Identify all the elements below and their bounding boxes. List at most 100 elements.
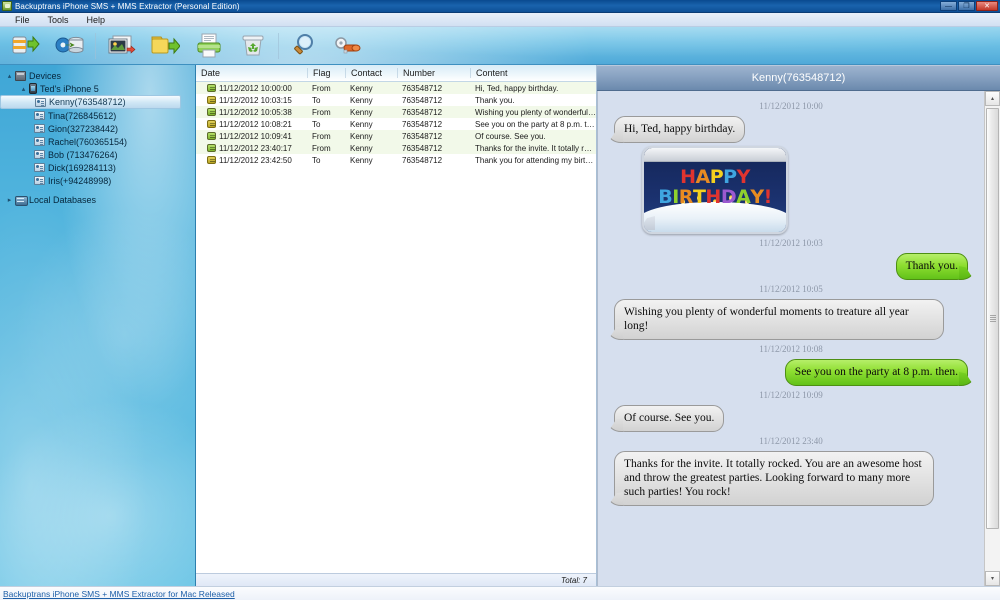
cell-flag: To — [307, 96, 345, 105]
cell-flag: From — [307, 108, 345, 117]
tree-node-label: Ted's iPhone 5 — [37, 84, 99, 94]
database-export-icon — [55, 32, 85, 60]
cell-flag: To — [307, 120, 345, 129]
tree-node-contact-dick[interactable]: Dick(169284113) — [0, 161, 195, 174]
toolbar-database-import-button[interactable] — [4, 29, 48, 63]
mms-image-attachment[interactable]: HAPPY BIRTHDAY! — [642, 146, 788, 234]
cell-number: 763548712 — [397, 156, 470, 165]
menu-bar: File Tools Help — [0, 13, 1000, 27]
table-row[interactable]: 11/12/2012 10:09:41 From Kenny 763548712… — [196, 130, 596, 142]
message-bubble-incoming[interactable]: Hi, Ted, happy birthday. — [614, 116, 745, 143]
cell-date: 11/12/2012 10:00:00 — [219, 84, 292, 93]
cell-contact: Kenny — [345, 120, 397, 129]
status-bar-link[interactable]: Backuptrans iPhone SMS + MMS Extractor f… — [3, 589, 235, 599]
maximize-button[interactable]: ❐ — [958, 1, 975, 11]
menu-tools[interactable]: Tools — [39, 13, 78, 27]
message-row-incoming: Of course. See you. — [608, 405, 974, 432]
window-controls: — ❐ ✕ — [940, 1, 998, 11]
scrollbar-track[interactable] — [985, 106, 1000, 571]
tree-node-contact-rachel[interactable]: Rachel(760365154) — [0, 135, 195, 148]
tree-node-local-databases[interactable]: ▸ Local Databases — [0, 193, 195, 206]
cell-date: 11/12/2012 10:09:41 — [219, 132, 292, 141]
table-row[interactable]: 11/12/2012 10:08:21 To Kenny 763548712 S… — [196, 118, 596, 130]
table-row[interactable]: 11/12/2012 23:40:17 From Kenny 763548712… — [196, 142, 596, 154]
cell-number: 763548712 — [397, 108, 470, 117]
database-icon — [15, 195, 26, 205]
cell-content: Wishing you plenty of wonderful mom... — [470, 108, 596, 117]
column-header-content[interactable]: Content — [470, 68, 596, 78]
cell-contact: Kenny — [345, 108, 397, 117]
menu-help[interactable]: Help — [78, 13, 115, 27]
cell-flag: From — [307, 84, 345, 93]
message-from-icon — [207, 132, 216, 140]
close-button[interactable]: ✕ — [976, 1, 998, 11]
toolbar-export-folder-button[interactable] — [143, 29, 187, 63]
tree-node-contact-iris[interactable]: Iris(+94248998) — [0, 174, 195, 187]
devices-icon — [15, 71, 26, 81]
message-row-incoming-mms: HAPPY BIRTHDAY! — [642, 146, 788, 234]
toolbar-delete-button[interactable] — [231, 29, 275, 63]
message-list-pane: Date Flag Contact Number Content 11/12/2… — [196, 65, 597, 586]
message-bubble-incoming[interactable]: Wishing you plenty of wonderful moments … — [614, 299, 944, 340]
contact-icon — [34, 150, 45, 159]
message-from-icon — [207, 108, 216, 116]
message-bubble-outgoing[interactable]: Thank you. — [896, 253, 968, 280]
tree-node-teds-iphone-5[interactable]: ▴ Ted's iPhone 5 — [0, 82, 195, 95]
toolbar-separator-1 — [95, 33, 96, 59]
conversation-messages: 11/12/2012 10:00 Hi, Ted, happy birthday… — [597, 91, 984, 586]
cell-date: 11/12/2012 10:08:21 — [219, 120, 292, 129]
scrollbar-grip-icon — [990, 315, 996, 322]
window-title: Backuptrans iPhone SMS + MMS Extractor (… — [15, 2, 240, 11]
table-row[interactable]: 11/12/2012 10:03:15 To Kenny 763548712 T… — [196, 94, 596, 106]
export-folder-icon — [150, 32, 180, 60]
message-list-footer: Total: 7 — [196, 573, 596, 586]
column-header-flag[interactable]: Flag — [307, 68, 345, 78]
scrollbar-thumb[interactable] — [986, 108, 999, 529]
tree-node-contact-gion[interactable]: Gion(327238442) — [0, 122, 195, 135]
expander-icon[interactable]: ▸ — [4, 193, 15, 206]
message-bubble-incoming[interactable]: Thanks for the invite. It totally rocked… — [614, 451, 934, 506]
table-row[interactable]: 11/12/2012 10:05:38 From Kenny 763548712… — [196, 106, 596, 118]
tree-node-devices[interactable]: ▴ Devices — [0, 69, 195, 82]
conversation-scroll-wrapper: 11/12/2012 10:00 Hi, Ted, happy birthday… — [597, 91, 1000, 586]
tree-node-contact-tina[interactable]: Tina(726845612) — [0, 109, 195, 122]
scroll-up-icon[interactable]: ▴ — [985, 91, 1000, 106]
main-body: ▴ Devices ▴ Ted's iPhone 5 Kenny(7635487… — [0, 65, 1000, 586]
column-header-date[interactable]: Date — [196, 68, 307, 78]
menu-file[interactable]: File — [6, 13, 39, 27]
message-timestamp: 11/12/2012 10:08 — [608, 344, 974, 354]
message-bubble-outgoing[interactable]: See you on the party at 8 p.m. then. — [785, 359, 968, 386]
tree-node-contact-bob[interactable]: Bob (713476264) — [0, 148, 195, 161]
contact-icon — [34, 111, 45, 120]
message-timestamp: 11/12/2012 10:03 — [608, 238, 974, 248]
toolbar-search-button[interactable] — [282, 29, 326, 63]
application-window: Backuptrans iPhone SMS + MMS Extractor (… — [0, 0, 1000, 600]
toolbar-export-image-button[interactable] — [99, 29, 143, 63]
message-list-header: Date Flag Contact Number Content — [196, 65, 596, 82]
tree-node-label: Iris(+94248998) — [45, 176, 111, 186]
table-row[interactable]: 11/12/2012 23:42:50 To Kenny 763548712 T… — [196, 154, 596, 166]
column-header-number[interactable]: Number — [397, 68, 470, 78]
message-timestamp: 11/12/2012 10:05 — [608, 284, 974, 294]
tree-node-contact-kenny[interactable]: Kenny(763548712) — [0, 95, 181, 109]
toolbar-license-key-button[interactable] — [326, 29, 370, 63]
cell-date: 11/12/2012 10:03:15 — [219, 96, 292, 105]
column-header-contact[interactable]: Contact — [345, 68, 397, 78]
cell-number: 763548712 — [397, 144, 470, 153]
message-to-icon — [207, 156, 216, 164]
message-to-icon — [207, 120, 216, 128]
export-image-icon — [105, 32, 137, 60]
table-row[interactable]: 11/12/2012 10:00:00 From Kenny 763548712… — [196, 82, 596, 94]
scroll-down-icon[interactable]: ▾ — [985, 571, 1000, 586]
expander-icon[interactable]: ▴ — [4, 69, 15, 82]
expander-icon[interactable]: ▴ — [18, 82, 29, 95]
message-bubble-incoming[interactable]: Of course. See you. — [614, 405, 724, 432]
toolbar-database-export-button[interactable] — [48, 29, 92, 63]
conversation-scrollbar[interactable]: ▴ ▾ — [984, 91, 1000, 586]
tree-node-label: Tina(726845612) — [45, 111, 116, 121]
conversation-pane: Kenny(763548712) 11/12/2012 10:00 Hi, Te… — [597, 65, 1000, 586]
total-count-label: Total: 7 — [561, 576, 587, 585]
minimize-button[interactable]: — — [940, 1, 957, 11]
tree-node-label: Gion(327238442) — [45, 124, 118, 134]
toolbar-print-button[interactable] — [187, 29, 231, 63]
